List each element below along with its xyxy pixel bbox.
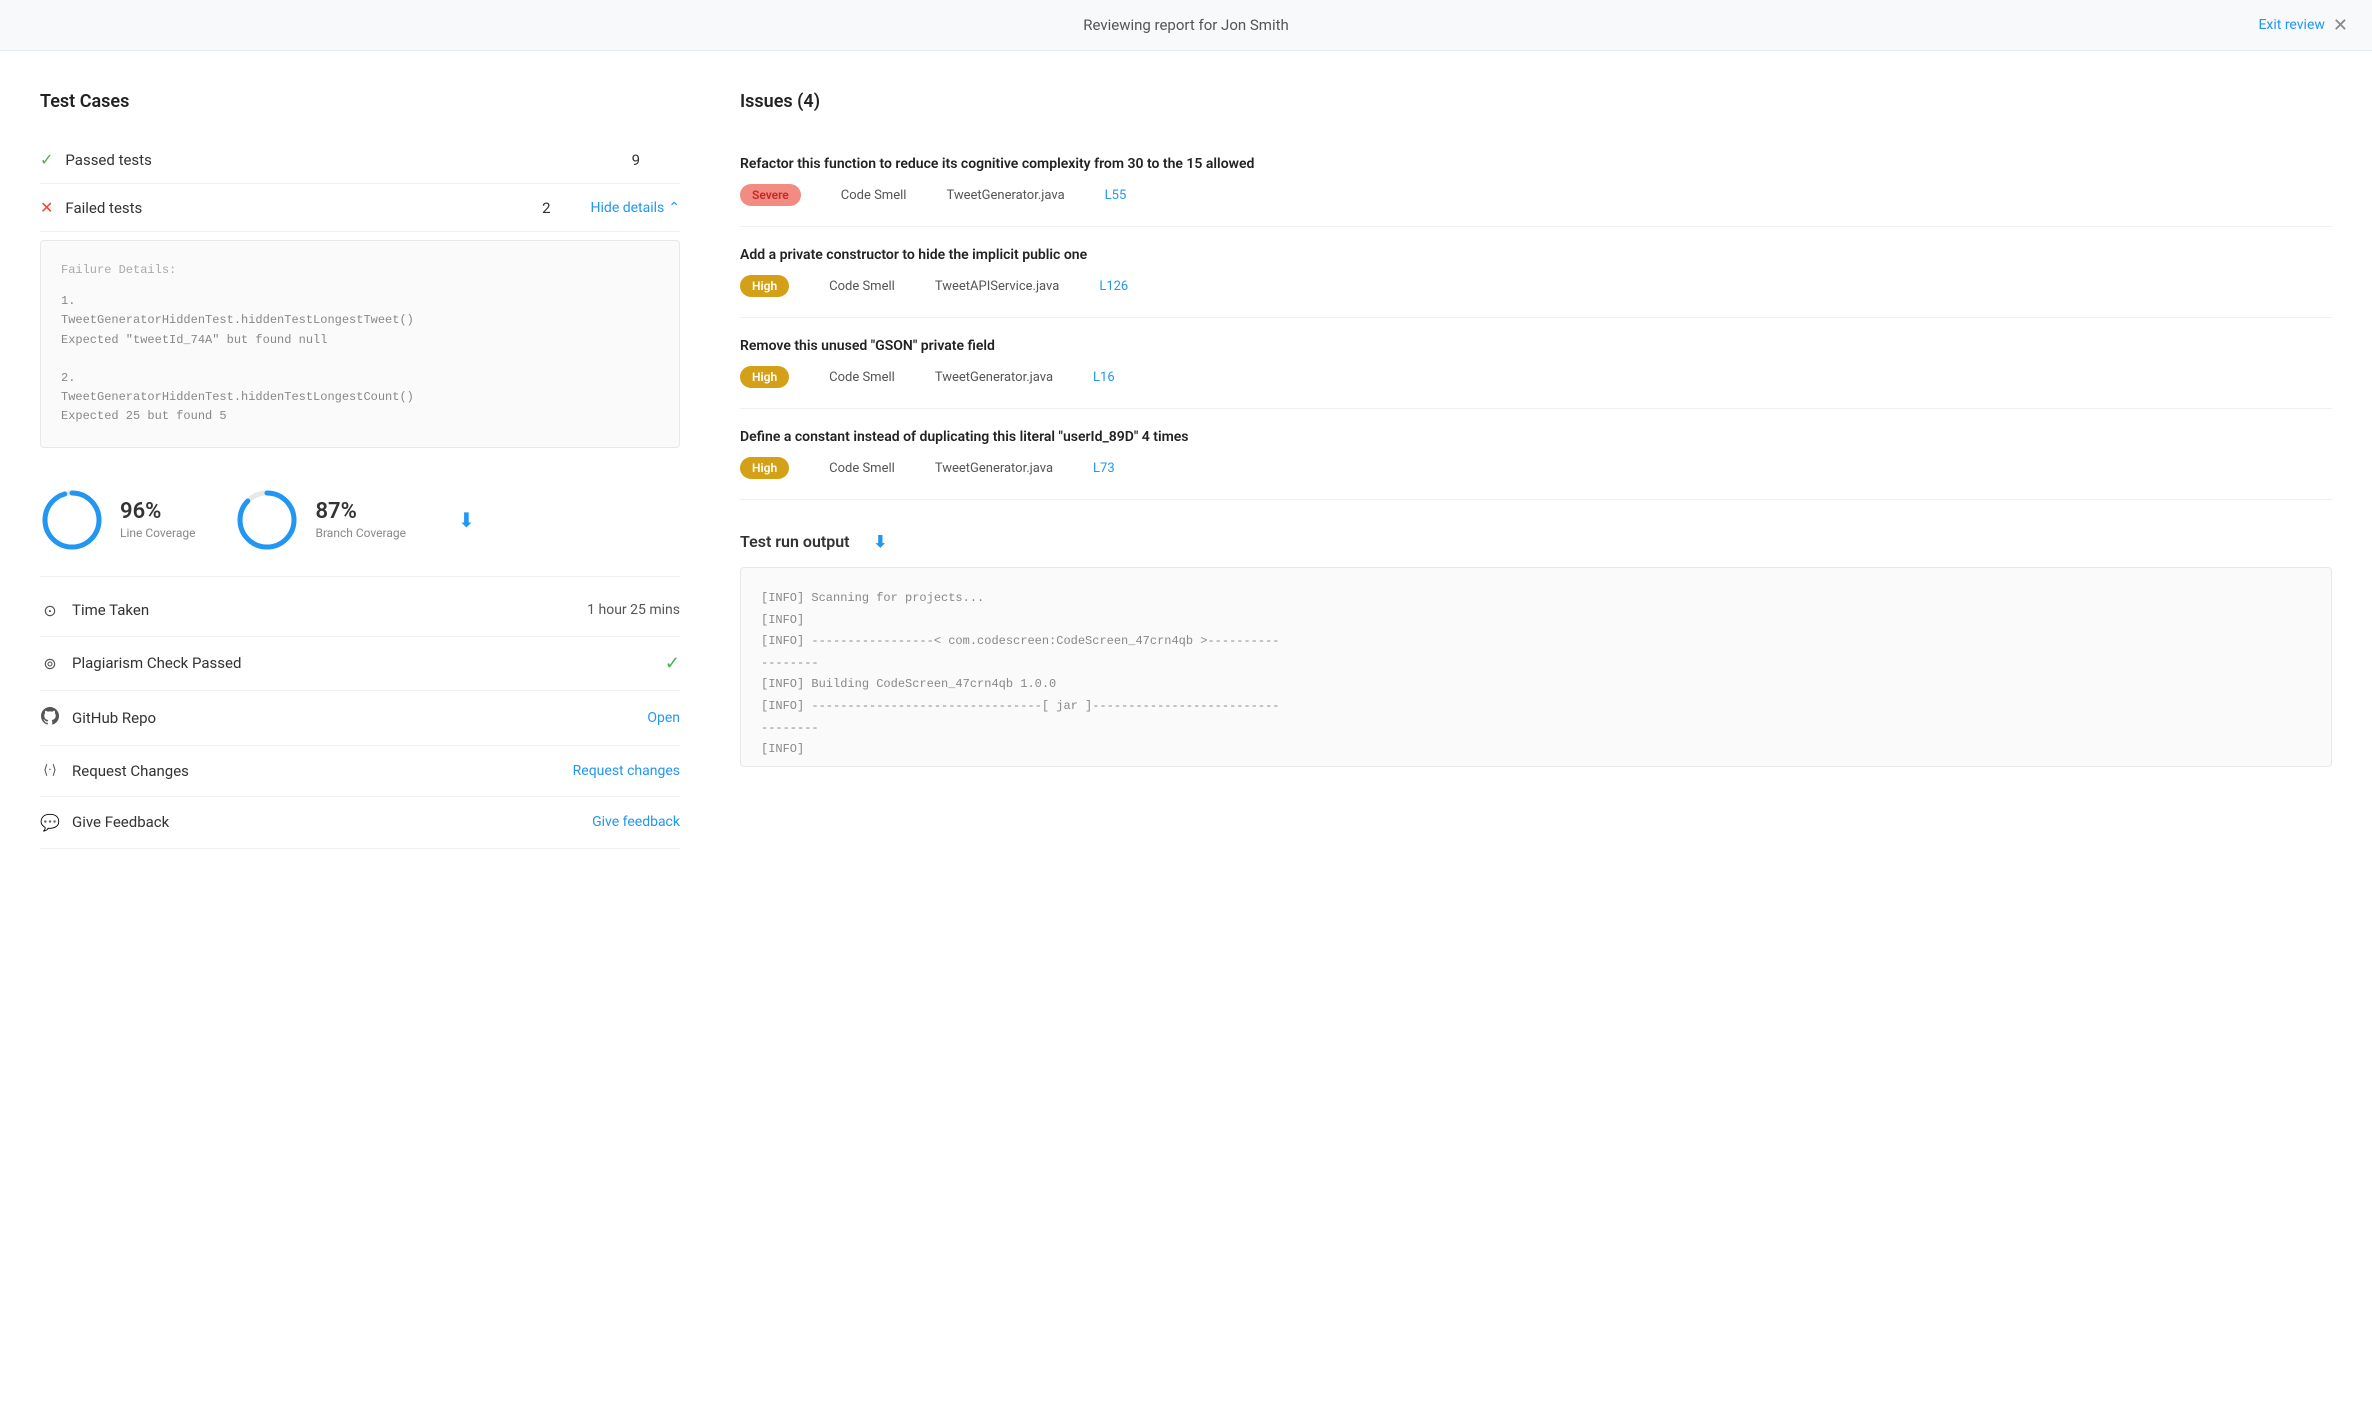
right-panel: Issues (4) Refactor this function to red…: [740, 91, 2332, 1365]
issue-3-file: TweetGenerator.java: [935, 370, 1053, 385]
plagiarism-label: Plagiarism Check Passed: [72, 654, 665, 672]
request-changes-icon: ⟨·⟩: [40, 763, 60, 778]
coverage-section: 96% Line Coverage 87% Branch Coverage ⬇: [40, 464, 680, 576]
branch-coverage-percent: 87%: [315, 499, 405, 524]
issue-1-badge: Severe: [740, 184, 801, 206]
issue-4-badge: High: [740, 457, 789, 479]
test-run-download-icon[interactable]: ⬇: [874, 532, 887, 551]
request-changes-label: Request Changes: [72, 762, 573, 780]
issue-3-title: Remove this unused "GSON" private field: [740, 338, 2332, 354]
issue-3-badge: High: [740, 366, 789, 388]
branch-coverage-circle: [235, 488, 299, 552]
github-icon: [40, 707, 60, 729]
branch-coverage-label: Branch Coverage: [315, 526, 405, 540]
issue-2-meta: High Code Smell TweetAPIService.java L12…: [740, 275, 2332, 297]
failure-details-box: Failure Details: 1. TweetGeneratorHidden…: [40, 240, 680, 448]
issue-3-line[interactable]: L16: [1093, 370, 1115, 385]
give-feedback-link[interactable]: Give feedback: [592, 814, 680, 830]
time-taken-row: ⊙ Time Taken 1 hour 25 mins: [40, 585, 680, 637]
issue-1-file: TweetGenerator.java: [946, 188, 1064, 203]
issues-title: Issues (4): [740, 91, 2332, 112]
plagiarism-row: ⊚ Plagiarism Check Passed ✓: [40, 637, 680, 691]
branch-coverage-item: 87% Branch Coverage: [235, 488, 405, 552]
request-changes-link[interactable]: Request changes: [573, 763, 680, 779]
feedback-icon: 💬: [40, 813, 60, 832]
line-coverage-percent: 96%: [120, 499, 195, 524]
give-feedback-label: Give Feedback: [72, 813, 592, 831]
issue-1-meta: Severe Code Smell TweetGenerator.java L5…: [740, 184, 2332, 206]
hide-details-button[interactable]: Hide details ⌃: [591, 200, 680, 216]
issue-2-type: Code Smell: [829, 279, 895, 294]
plagiarism-check-icon: ✓: [665, 653, 680, 674]
issue-item-2: Add a private constructor to hide the im…: [740, 227, 2332, 318]
issue-item-3: Remove this unused "GSON" private field …: [740, 318, 2332, 409]
failure-details-header: Failure Details:: [61, 261, 659, 280]
github-label: GitHub Repo: [72, 709, 647, 727]
close-icon[interactable]: ✕: [2333, 15, 2348, 36]
line-coverage-circle: [40, 488, 104, 552]
give-feedback-row: 💬 Give Feedback Give feedback: [40, 797, 680, 849]
issue-2-line[interactable]: L126: [1099, 279, 1128, 294]
failed-x-icon: ✕: [40, 198, 53, 217]
issue-item-4: Define a constant instead of duplicating…: [740, 409, 2332, 500]
test-run-section: Test run output ⬇ [INFO] Scanning for pr…: [740, 532, 2332, 767]
issue-4-line[interactable]: L73: [1093, 461, 1115, 476]
failed-tests-label: Failed tests: [65, 199, 542, 217]
branch-coverage-info: 87% Branch Coverage: [315, 499, 405, 540]
passed-tests-row: ✓ Passed tests 9: [40, 136, 680, 184]
line-coverage-item: 96% Line Coverage: [40, 488, 195, 552]
github-open-link[interactable]: Open: [647, 710, 680, 726]
line-coverage-label: Line Coverage: [120, 526, 195, 540]
issue-4-title: Define a constant instead of duplicating…: [740, 429, 2332, 445]
issue-1-type: Code Smell: [841, 188, 907, 203]
coverage-download-icon[interactable]: ⬇: [458, 508, 475, 532]
exit-review-link[interactable]: Exit review: [2258, 17, 2324, 33]
issue-3-type: Code Smell: [829, 370, 895, 385]
issue-1-line[interactable]: L55: [1105, 188, 1127, 203]
time-taken-value: 1 hour 25 mins: [587, 602, 680, 618]
passed-check-icon: ✓: [40, 150, 53, 169]
test-cases-title: Test Cases: [40, 91, 680, 112]
header-title: Reviewing report for Jon Smith: [1083, 16, 1289, 34]
issue-item-1: Refactor this function to reduce its cog…: [740, 136, 2332, 227]
meta-section: ⊙ Time Taken 1 hour 25 mins ⊚ Plagiarism…: [40, 576, 680, 849]
test-run-output-box: [INFO] Scanning for projects... [INFO] […: [740, 567, 2332, 767]
search-icon: ⊚: [40, 654, 60, 673]
issue-2-file: TweetAPIService.java: [935, 279, 1060, 294]
github-row: GitHub Repo Open: [40, 691, 680, 746]
passed-tests-label: Passed tests: [65, 151, 631, 169]
issue-4-meta: High Code Smell TweetGenerator.java L73: [740, 457, 2332, 479]
time-taken-label: Time Taken: [72, 601, 587, 619]
main-content: Test Cases ✓ Passed tests 9 ✕ Failed tes…: [0, 51, 2372, 1405]
header-actions: Exit review ✕: [2258, 15, 2348, 36]
test-run-title: Test run output ⬇: [740, 532, 2332, 551]
left-panel: Test Cases ✓ Passed tests 9 ✕ Failed tes…: [40, 91, 680, 1365]
line-coverage-info: 96% Line Coverage: [120, 499, 195, 540]
issue-3-meta: High Code Smell TweetGenerator.java L16: [740, 366, 2332, 388]
failure-details-content: 1. TweetGeneratorHiddenTest.hiddenTestLo…: [61, 292, 659, 426]
issue-2-title: Add a private constructor to hide the im…: [740, 247, 2332, 263]
page-header: Reviewing report for Jon Smith Exit revi…: [0, 0, 2372, 51]
clock-icon: ⊙: [40, 601, 60, 620]
issue-4-type: Code Smell: [829, 461, 895, 476]
passed-tests-count: 9: [632, 151, 640, 169]
failed-tests-count: 2: [542, 199, 550, 217]
issue-4-file: TweetGenerator.java: [935, 461, 1053, 476]
request-changes-row: ⟨·⟩ Request Changes Request changes: [40, 746, 680, 797]
issue-2-badge: High: [740, 275, 789, 297]
failed-tests-row: ✕ Failed tests 2 Hide details ⌃: [40, 184, 680, 232]
issue-1-title: Refactor this function to reduce its cog…: [740, 156, 2332, 172]
